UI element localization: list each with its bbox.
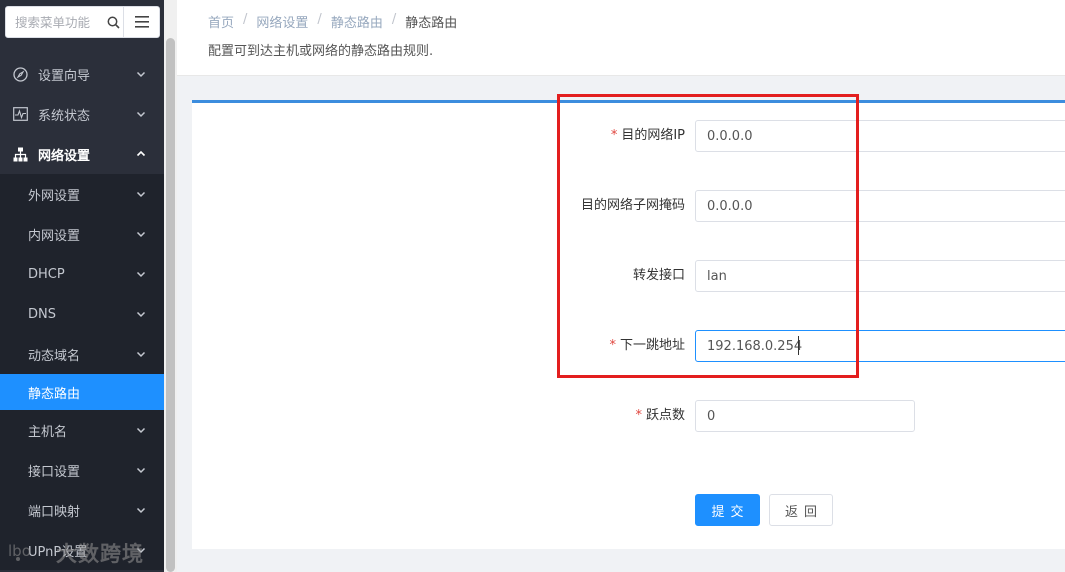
form-row-next-hop: * 下一跳地址 bbox=[192, 330, 1065, 362]
sidebar-subitem-label: 接口设置 bbox=[28, 464, 81, 480]
sidebar-subitem-interface[interactable]: 接口设置 bbox=[0, 450, 164, 490]
sidebar-subitem-label: DHCP bbox=[28, 266, 65, 282]
sidebar-subitem-port-forward[interactable]: 端口映射 bbox=[0, 490, 164, 530]
chevron-up-icon bbox=[136, 148, 146, 163]
sidebar-subitem-lan[interactable]: 内网设置 bbox=[0, 214, 164, 254]
sidebar-item-label: 网络设置 bbox=[38, 148, 91, 164]
next-hop-input[interactable] bbox=[695, 330, 1065, 362]
interface-input[interactable] bbox=[695, 260, 1065, 292]
sidebar-subitem-hostname[interactable]: 主机名 bbox=[0, 410, 164, 450]
chevron-down-icon bbox=[136, 108, 146, 123]
dest-mask-input[interactable] bbox=[695, 190, 1065, 222]
watermark: lbo 大数跨境 bbox=[8, 538, 144, 568]
watermark-text: 大数跨境 bbox=[56, 542, 144, 566]
static-route-form: *目的网络IP 目的网络子网掩码 转发接口 *下一跳地址 *跃点数 提交 返回 bbox=[192, 100, 1065, 549]
hops-label: * 跃点数 bbox=[635, 408, 685, 423]
required-mark: * bbox=[635, 408, 642, 423]
breadcrumb-current: 静态路由 bbox=[405, 16, 458, 31]
sidebar-item-setup-wizard[interactable]: 设置向导 bbox=[0, 54, 164, 94]
submit-button[interactable]: 提交 bbox=[695, 494, 760, 526]
form-row-dest-ip: * 目的网络IP bbox=[192, 120, 1065, 152]
page-header: 首页 / 网络设置 / 静态路由 / 静态路由 配置可到达主机或网络的静态路由规… bbox=[177, 0, 1065, 76]
sidebar-subitem-static-route[interactable]: 静态路由 bbox=[0, 374, 164, 410]
chevron-down-icon bbox=[136, 268, 146, 283]
sidebar-scrollbar-thumb[interactable] bbox=[166, 38, 175, 572]
hops-input[interactable] bbox=[695, 400, 915, 432]
sidebar-subitem-label: 外网设置 bbox=[28, 188, 81, 204]
chevron-down-icon bbox=[136, 188, 146, 203]
breadcrumb-separator: / bbox=[391, 12, 397, 27]
next-hop-label: * 下一跳地址 bbox=[609, 338, 685, 353]
page-description: 配置可到达主机或网络的静态路由规则. bbox=[208, 44, 434, 59]
watermark-logo-icon: lbo bbox=[8, 539, 52, 567]
menu-search-input[interactable] bbox=[6, 7, 103, 37]
chevron-down-icon bbox=[136, 504, 146, 519]
chevron-down-icon bbox=[136, 464, 146, 479]
menu-toggle-icon[interactable] bbox=[123, 7, 159, 37]
sidebar-item-label: 系统状态 bbox=[38, 108, 91, 124]
compass-icon bbox=[12, 66, 28, 82]
sidebar-subitem-ddns[interactable]: 动态域名 bbox=[0, 334, 164, 374]
chevron-down-icon bbox=[136, 308, 146, 323]
chevron-down-icon bbox=[136, 68, 146, 83]
sidebar-subitem-wan[interactable]: 外网设置 bbox=[0, 174, 164, 214]
network-submenu: 外网设置 内网设置 DHCP DNS 动态域名 静态路由 主机名 接口设置 端口… bbox=[0, 174, 164, 570]
sidebar-subitem-dhcp[interactable]: DHCP bbox=[0, 254, 164, 294]
sidebar-nav: 设置向导 系统状态 网络设置 外网设置 内网设置 DHCP DNS 动态域名 静… bbox=[0, 54, 164, 570]
chevron-down-icon bbox=[136, 228, 146, 243]
interface-label: 转发接口 bbox=[632, 268, 685, 283]
breadcrumb-home[interactable]: 首页 bbox=[208, 12, 234, 31]
chevron-down-icon bbox=[136, 424, 146, 439]
sidebar-item-system-status[interactable]: 系统状态 bbox=[0, 94, 164, 134]
breadcrumb-separator: / bbox=[317, 12, 322, 27]
menu-search-box bbox=[5, 6, 160, 38]
required-mark: * bbox=[610, 128, 618, 143]
sidebar-item-network-settings[interactable]: 网络设置 bbox=[0, 134, 164, 174]
breadcrumb: 首页 / 网络设置 / 静态路由 / 静态路由 bbox=[208, 12, 457, 31]
network-icon bbox=[12, 146, 28, 162]
sidebar-subitem-label: 动态域名 bbox=[28, 348, 81, 364]
breadcrumb-separator: / bbox=[243, 12, 248, 27]
sidebar-subitem-label: 内网设置 bbox=[28, 228, 81, 244]
dest-ip-label: * 目的网络IP bbox=[610, 128, 685, 143]
sidebar: 设置向导 系统状态 网络设置 外网设置 bbox=[0, 0, 164, 572]
text-cursor bbox=[798, 336, 799, 355]
required-mark: * bbox=[609, 338, 616, 353]
sidebar-subitem-label: 端口映射 bbox=[28, 504, 81, 520]
sidebar-subitem-dns[interactable]: DNS bbox=[0, 294, 164, 334]
breadcrumb-static-route[interactable]: 静态路由 bbox=[331, 12, 383, 31]
pulse-icon bbox=[12, 106, 28, 122]
dest-mask-label: 目的网络子网掩码 bbox=[580, 198, 685, 213]
breadcrumb-network[interactable]: 网络设置 bbox=[256, 12, 308, 31]
back-button[interactable]: 返回 bbox=[769, 494, 833, 526]
svg-text:lbo: lbo bbox=[8, 542, 31, 560]
sidebar-subitem-label: 静态路由 bbox=[28, 386, 81, 402]
sidebar-scrollbar[interactable] bbox=[164, 0, 177, 572]
form-row-interface: 转发接口 bbox=[192, 260, 1065, 292]
sidebar-subitem-label: 主机名 bbox=[28, 424, 68, 440]
chevron-down-icon bbox=[136, 348, 146, 363]
search-icon[interactable] bbox=[103, 7, 123, 37]
form-row-hops: * 跃点数 bbox=[192, 400, 1065, 432]
sidebar-subitem-label: DNS bbox=[28, 306, 56, 322]
form-row-dest-mask: 目的网络子网掩码 bbox=[192, 190, 1065, 222]
dest-ip-input[interactable] bbox=[695, 120, 1065, 152]
sidebar-item-label: 设置向导 bbox=[38, 68, 91, 84]
